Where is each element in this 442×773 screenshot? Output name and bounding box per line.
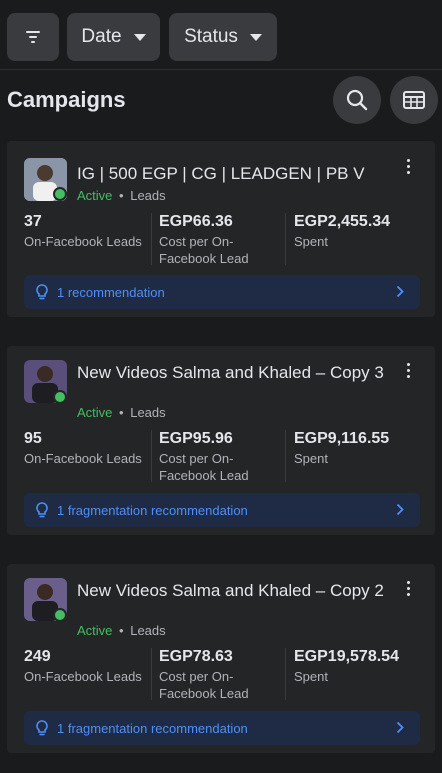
metric-spent: EGP9,116.55 Spent (294, 430, 390, 466)
campaign-meta: Active • Leads (77, 188, 166, 203)
more-options-icon[interactable] (407, 363, 413, 378)
caret-down-icon (249, 33, 262, 41)
metric-divider (151, 430, 152, 482)
recommendation-banner[interactable]: 1 recommendation (24, 275, 420, 309)
page-title: Campaigns (7, 87, 126, 112)
campaign-meta: Active • Leads (77, 405, 166, 420)
lightbulb-icon (36, 502, 48, 518)
recommendation-text: 1 fragmentation recommendation (57, 720, 248, 736)
lightbulb-icon (36, 720, 48, 736)
recommendation-banner[interactable]: 1 fragmentation recommendation (24, 711, 420, 745)
metric-divider (285, 430, 286, 482)
metric-spent: EGP19,578.54 Spent (294, 648, 399, 684)
campaign-name[interactable]: IG | 500 EGP | CG | LEADGEN | PB V (77, 163, 392, 185)
campaign-card[interactable]: New Videos Salma and Khaled – Copy 2 Act… (7, 564, 435, 753)
status-filter-dropdown[interactable]: Status (169, 13, 277, 61)
status-filter-label: Status (184, 26, 238, 47)
status-text: Active (77, 623, 113, 638)
metric-cost-per-lead: EGP95.96 Cost per On-Facebook Lead (159, 430, 249, 483)
metric-divider (285, 648, 286, 700)
search-button[interactable] (333, 76, 381, 124)
campaign-name[interactable]: New Videos Salma and Khaled – Copy 3 (77, 362, 392, 384)
date-filter-dropdown[interactable]: Date (67, 13, 160, 61)
metric-cost-per-lead: EGP78.63 Cost per On-Facebook Lead (159, 648, 249, 701)
recommendation-text: 1 fragmentation recommendation (57, 502, 248, 518)
chevron-right-icon (396, 285, 404, 298)
campaign-card[interactable]: New Videos Salma and Khaled – Copy 3 Act… (7, 346, 435, 535)
lightbulb-icon (36, 284, 48, 300)
filter-button[interactable] (7, 13, 59, 61)
more-options-icon[interactable] (407, 581, 413, 596)
meta-separator: • (119, 188, 124, 203)
date-filter-label: Date (81, 26, 122, 47)
metric-divider (151, 213, 152, 265)
campaign-meta: Active • Leads (77, 623, 166, 638)
campaign-name[interactable]: New Videos Salma and Khaled – Copy 2 (77, 580, 392, 602)
recommendation-text: 1 recommendation (57, 284, 165, 300)
table-view-icon (403, 91, 425, 109)
objective-text: Leads (130, 188, 166, 203)
filter-lines-icon (26, 31, 40, 43)
metric-leads: 249 On-Facebook Leads (24, 648, 142, 684)
metric-divider (151, 648, 152, 700)
chevron-right-icon (396, 503, 404, 516)
metric-cost-per-lead: EGP66.36 Cost per On-Facebook Lead (159, 213, 249, 266)
campaigns-header: Campaigns (0, 70, 442, 130)
metric-divider (285, 213, 286, 265)
active-status-dot (53, 608, 67, 622)
metric-spent: EGP2,455.34 Spent (294, 213, 391, 249)
search-icon (346, 89, 368, 111)
more-options-icon[interactable] (407, 159, 413, 174)
metric-leads: 95 On-Facebook Leads (24, 430, 142, 466)
caret-down-icon (133, 33, 146, 41)
filter-bar: Date Status (0, 0, 442, 70)
metric-leads: 37 On-Facebook Leads (24, 213, 142, 249)
status-text: Active (77, 405, 113, 420)
chevron-right-icon (396, 721, 404, 734)
status-text: Active (77, 188, 113, 203)
active-status-dot (53, 187, 67, 201)
objective-text: Leads (130, 405, 166, 420)
table-view-button[interactable] (390, 76, 438, 124)
recommendation-banner[interactable]: 1 fragmentation recommendation (24, 493, 420, 527)
objective-text: Leads (130, 623, 166, 638)
meta-separator: • (119, 623, 124, 638)
campaign-card[interactable]: IG | 500 EGP | CG | LEADGEN | PB V Activ… (7, 141, 435, 317)
meta-separator: • (119, 405, 124, 420)
active-status-dot (53, 390, 67, 404)
